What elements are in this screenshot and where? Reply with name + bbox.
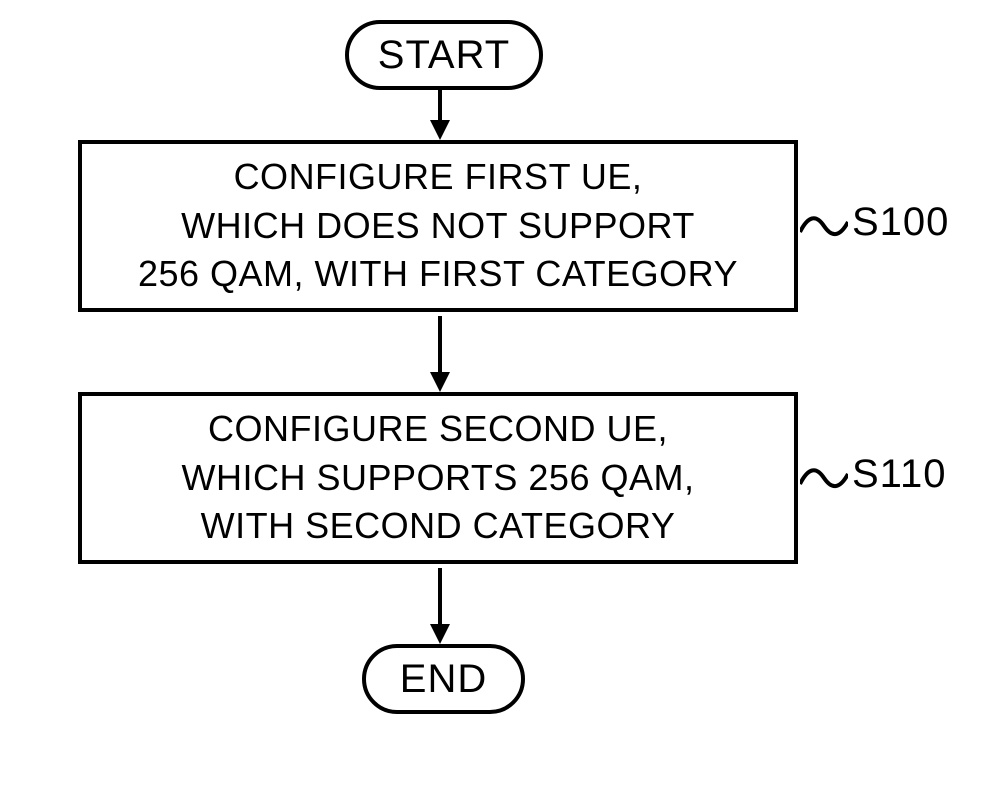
arrow-step2-to-end [430, 568, 450, 646]
connector-tilde-step1 [800, 212, 848, 242]
start-terminator: START [345, 20, 543, 90]
process-step2-text: CONFIGURE SECOND UE, WHICH SUPPORTS 256 … [182, 405, 695, 551]
arrow-start-to-step1 [430, 86, 450, 141]
process-step1-text: CONFIGURE FIRST UE, WHICH DOES NOT SUPPO… [138, 153, 738, 299]
end-terminator: END [362, 644, 525, 714]
process-step2: CONFIGURE SECOND UE, WHICH SUPPORTS 256 … [78, 392, 798, 564]
connector-tilde-step2 [800, 464, 848, 494]
process-step1: CONFIGURE FIRST UE, WHICH DOES NOT SUPPO… [78, 140, 798, 312]
start-label: START [378, 33, 510, 78]
step1-id-label: S100 [852, 200, 949, 245]
step2-id-label: S110 [852, 452, 946, 497]
end-label: END [400, 657, 487, 702]
arrow-step1-to-step2 [430, 316, 450, 394]
flowchart-canvas: START CONFIGURE FIRST UE, WHICH DOES NOT… [0, 0, 999, 790]
